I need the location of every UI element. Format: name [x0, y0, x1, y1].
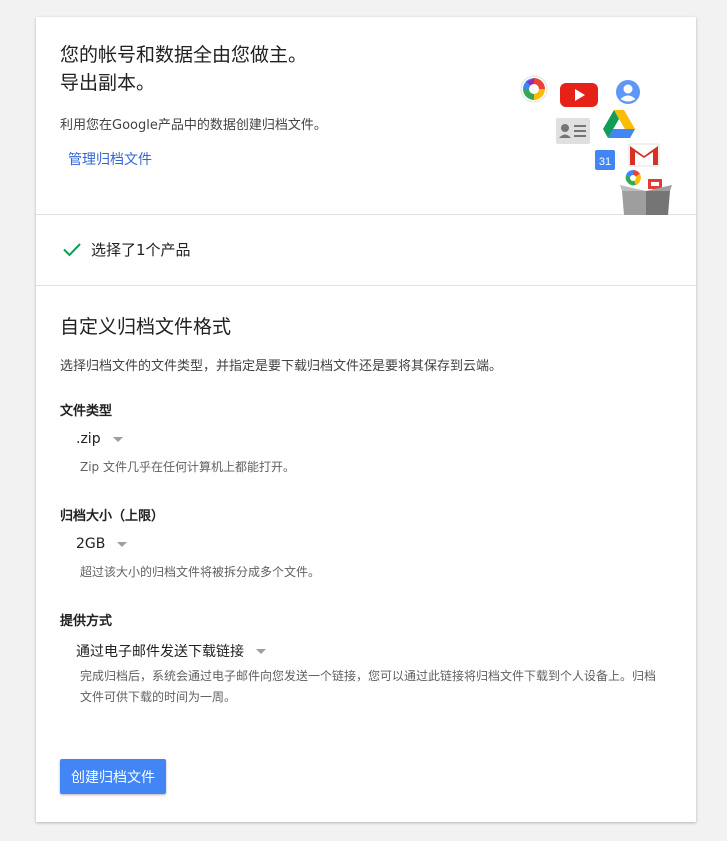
file-type-hint: Zip 文件几乎在任何计算机上都能打开。 [80, 460, 295, 474]
archive-size-label: 归档大小（上限） [60, 509, 165, 524]
chevron-down-icon [112, 436, 123, 442]
delivery-method-select[interactable]: 通过电子邮件发送下载链接 [76, 641, 266, 661]
selected-products-text: 选择了1个产品 [91, 241, 191, 259]
profile-icon [616, 80, 640, 104]
export-header: 您的帐号和数据全由您做主。 导出副本。 利用您在Google产品中的数据创建归档… [36, 17, 696, 215]
product-icons-illustration: 31 [36, 17, 696, 215]
file-type-label: 文件类型 [60, 404, 113, 419]
file-type-select[interactable]: .zip [76, 431, 123, 447]
delivery-method-hint: 完成归档后，系统会通过电子邮件向您发送一个链接，您可以通过此链接将归档文件下载到… [80, 669, 657, 704]
chevron-down-icon [117, 541, 128, 547]
contacts-icon [556, 118, 590, 144]
archive-box-icon [620, 179, 672, 215]
delivery-method-value: 通过电子邮件发送下载链接 [76, 644, 244, 660]
calendar-icon: 31 [595, 150, 615, 170]
section-description: 选择归档文件的文件类型，并指定是要下载归档文件还是要将其保存到云端。 [60, 359, 503, 374]
drive-icon [603, 110, 635, 138]
export-card: 您的帐号和数据全由您做主。 导出副本。 利用您在Google产品中的数据创建归档… [36, 17, 696, 822]
chevron-down-icon [256, 648, 266, 654]
check-icon [63, 243, 81, 257]
selected-products-row[interactable]: 选择了1个产品 [36, 215, 696, 286]
section-title: 自定义归档文件格式 [60, 316, 232, 338]
calendar-day: 31 [599, 156, 611, 168]
gmail-icon [628, 143, 660, 167]
archive-size-value: 2GB [76, 536, 106, 552]
create-archive-button[interactable]: 创建归档文件 [60, 759, 166, 794]
archive-size-hint: 超过该大小的归档文件将被拆分成多个文件。 [80, 565, 321, 579]
youtube-icon [560, 83, 598, 107]
delivery-method-label: 提供方式 [60, 614, 113, 629]
archive-size-select[interactable]: 2GB [76, 536, 128, 552]
picasa-icon [520, 75, 548, 103]
file-type-value: .zip [76, 431, 101, 447]
